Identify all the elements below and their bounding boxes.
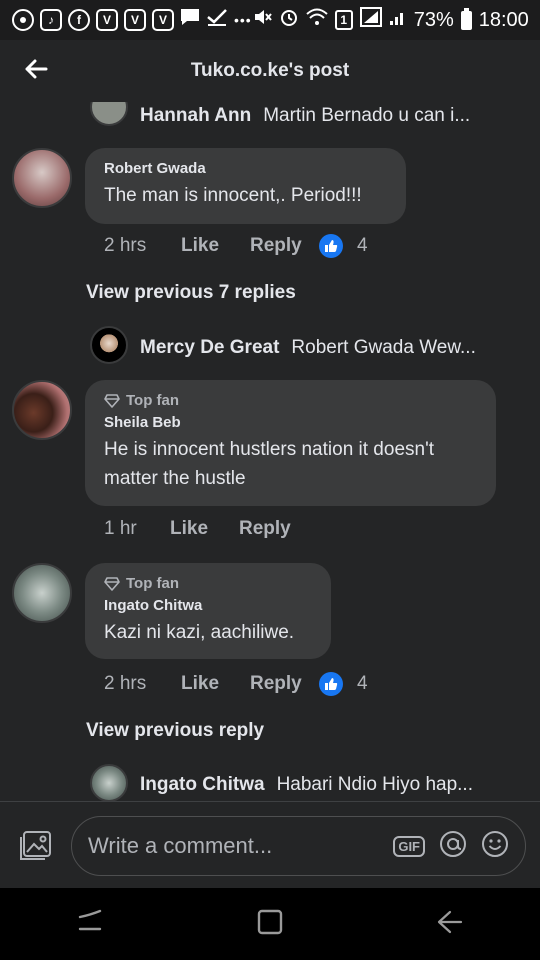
v-icon: V — [152, 9, 174, 31]
view-previous-replies-link[interactable]: View previous reply — [86, 720, 264, 742]
comment-time[interactable]: 2 hrs — [104, 673, 181, 695]
comment-actions: 1 hr Like Reply — [104, 518, 291, 540]
reaction-count[interactable]: 4 — [357, 235, 368, 257]
photo-button[interactable] — [18, 830, 54, 866]
reply-snippet: Habari Ndio Hiyo hap... — [276, 774, 473, 795]
photo-icon — [20, 831, 51, 860]
gif-button[interactable]: GIF — [393, 835, 425, 857]
view-previous-replies-link[interactable]: View previous 7 replies — [86, 282, 296, 304]
comment-input[interactable]: Write a comment... GIF — [71, 816, 526, 876]
signal-icon — [359, 7, 382, 33]
recents-button[interactable] — [76, 909, 104, 940]
home-button[interactable] — [256, 908, 284, 941]
clock-time: 18:00 — [478, 8, 529, 31]
alarm-icon — [279, 7, 299, 33]
diamond-icon — [104, 393, 120, 408]
like-reaction-icon[interactable] — [319, 672, 343, 696]
avatar[interactable] — [90, 102, 128, 126]
comment-time[interactable]: 2 hrs — [104, 235, 181, 257]
battery-percent: 73% — [413, 8, 454, 31]
emoji-button[interactable] — [481, 830, 509, 863]
comment-text: He is innocent hustlers nation it doesn'… — [104, 439, 434, 489]
smiley-icon — [482, 830, 508, 857]
android-navigation-bar — [0, 888, 540, 960]
reaction-count[interactable]: 4 — [357, 673, 368, 695]
reply-preview[interactable]: Hannah Ann Martin Bernado u can i... — [140, 105, 470, 127]
comment-actions: 2 hrs Like Reply 4 — [104, 234, 368, 258]
back-arrow-icon — [437, 910, 463, 933]
reply-author[interactable]: Mercy De Great — [140, 337, 279, 359]
top-fan-label: Top fan — [126, 575, 180, 592]
comment-text: The man is innocent,. Period!!! — [104, 185, 362, 206]
facebook-icon: f — [68, 9, 90, 31]
comment-input-placeholder[interactable]: Write a comment... — [88, 833, 393, 859]
avatar[interactable] — [90, 326, 128, 364]
like-button[interactable]: Like — [181, 673, 250, 695]
reply-button[interactable]: Reply — [239, 518, 291, 540]
wifi-icon — [306, 8, 328, 32]
comment-bubble[interactable]: Top fan Ingato Chitwa Kazi ni kazi, aach… — [85, 563, 331, 659]
comment-thread[interactable]: Hannah Ann Martin Bernado u can i... Rob… — [0, 102, 540, 802]
comment-bubble[interactable]: Top fan Sheila Beb He is innocent hustle… — [85, 380, 496, 506]
comment-text: Kazi ni kazi, aachiliwe. — [104, 622, 295, 643]
comment-composer: Write a comment... GIF — [0, 802, 540, 888]
avatar[interactable] — [12, 563, 72, 623]
top-fan-label: Top fan — [126, 392, 180, 409]
sim-icon: 1 — [334, 10, 353, 30]
status-notification-icons: ♪ f V V V ••• — [12, 8, 252, 32]
v-icon: V — [124, 9, 146, 31]
comment-actions: 2 hrs Like Reply 4 — [104, 672, 368, 696]
mute-icon — [252, 7, 272, 33]
check-icon — [206, 8, 228, 32]
back-nav-button[interactable] — [436, 909, 464, 940]
at-sign-icon — [440, 830, 466, 857]
status-system-icons: 1 73% 18:00 — [252, 7, 529, 33]
diamond-icon — [104, 576, 120, 591]
comment-author[interactable]: Sheila Beb — [104, 414, 476, 431]
v-icon: V — [96, 9, 118, 31]
mention-button[interactable] — [439, 830, 467, 863]
avatar[interactable] — [12, 380, 72, 440]
reply-snippet: Martin Bernado u can i... — [263, 105, 471, 126]
like-button[interactable]: Like — [170, 518, 239, 540]
home-icon — [257, 909, 283, 934]
comment-bubble[interactable]: Robert Gwada The man is innocent,. Perio… — [85, 148, 406, 224]
page-title: Tuko.co.ke's post — [190, 60, 350, 81]
chrome-icon — [12, 9, 34, 31]
battery-icon — [460, 7, 472, 30]
gif-icon: GIF — [398, 838, 420, 854]
recents-icon — [78, 909, 102, 930]
reply-author[interactable]: Hannah Ann — [140, 105, 251, 127]
reply-author[interactable]: Ingato Chitwa — [140, 774, 265, 796]
like-reaction-icon[interactable] — [319, 234, 343, 258]
reply-button[interactable]: Reply — [250, 235, 319, 257]
reply-preview[interactable]: Ingato Chitwa Habari Ndio Hiyo hap... — [140, 774, 473, 796]
comment-time[interactable]: 1 hr — [104, 518, 170, 540]
like-button[interactable]: Like — [181, 235, 250, 257]
tiktok-icon: ♪ — [40, 9, 62, 31]
top-fan-badge: Top fan — [104, 392, 476, 409]
comment-author[interactable]: Ingato Chitwa — [104, 597, 311, 614]
comment-author[interactable]: Robert Gwada — [104, 160, 386, 177]
status-bar: ♪ f V V V ••• 1 73% 18:00 — [0, 0, 540, 40]
top-fan-badge: Top fan — [104, 575, 311, 592]
post-header: Tuko.co.ke's post — [0, 40, 540, 102]
avatar[interactable] — [12, 148, 72, 208]
more-icon: ••• — [234, 12, 252, 28]
signal2-icon — [389, 8, 407, 32]
chat-icon — [180, 8, 200, 32]
reply-preview[interactable]: Mercy De Great Robert Gwada Wew... — [140, 337, 476, 359]
reply-snippet: Robert Gwada Wew... — [291, 337, 476, 358]
reply-button[interactable]: Reply — [250, 673, 319, 695]
composer-icons: GIF — [393, 830, 509, 863]
avatar[interactable] — [90, 764, 128, 802]
